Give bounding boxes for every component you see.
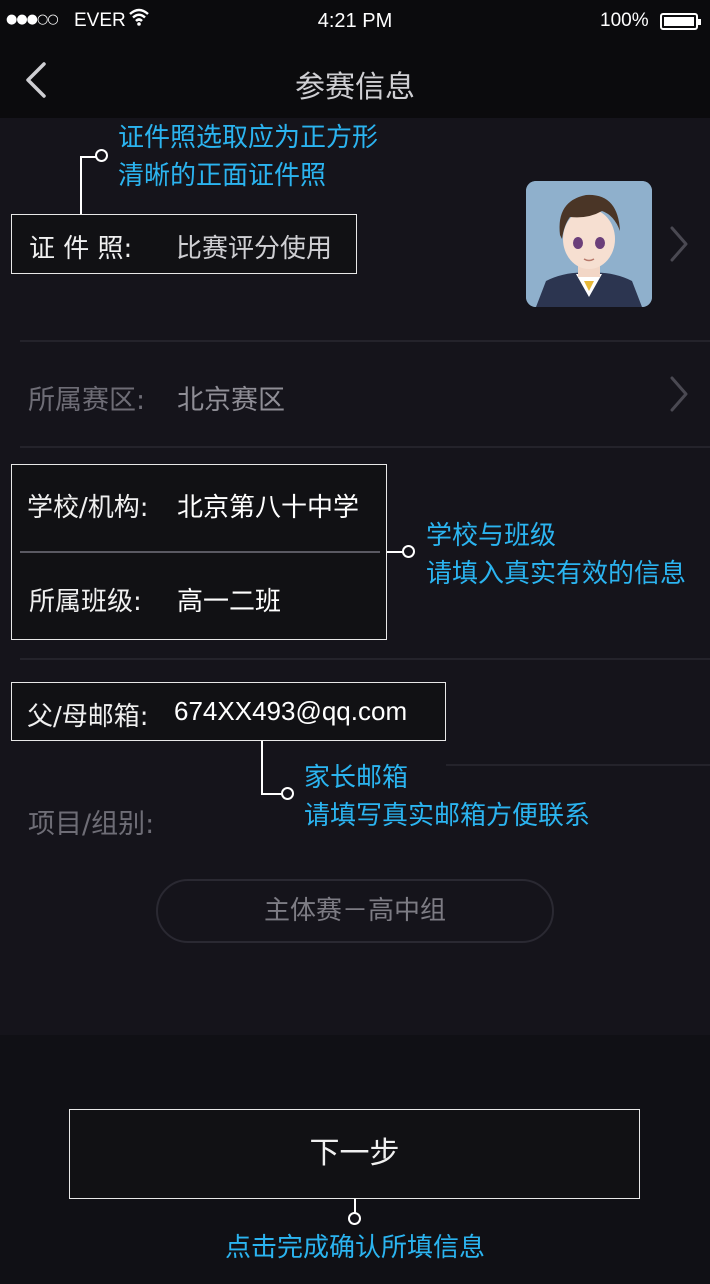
photo-chevron-icon[interactable] <box>668 224 692 264</box>
battery-icon <box>660 13 701 30</box>
nav-bar: 参赛信息 <box>0 42 710 118</box>
photo-callout: 证件照选取应为正方形 清晰的正面证件照 <box>118 123 379 191</box>
region-label: 所属赛区: <box>28 385 146 416</box>
callout-dot <box>348 1212 361 1225</box>
next-button[interactable]: 下一步 <box>69 1109 640 1199</box>
project-option-button[interactable]: 主体赛－高中组 <box>156 879 554 943</box>
school-label: 学校/机构: <box>27 493 149 523</box>
callout-line <box>261 793 283 795</box>
project-label: 项目/组别: <box>28 809 155 840</box>
school-class-box: 学校/机构: 北京第八十中学 所属班级: 高一二班 <box>11 464 387 640</box>
callout-dot <box>402 545 415 558</box>
callout-dot <box>281 787 294 800</box>
avatar[interactable] <box>526 181 652 307</box>
region-row[interactable]: 所属赛区: 北京赛区 <box>0 342 710 446</box>
callout-line <box>261 741 263 793</box>
callout-line <box>80 156 96 158</box>
school-callout: 学校与班级 请填入真实有效的信息 <box>426 521 687 589</box>
school-value: 北京第八十中学 <box>177 493 360 523</box>
battery-percent: 100% <box>600 10 649 31</box>
page-title: 参赛信息 <box>295 70 415 105</box>
next-callout: 点击完成确认所填信息 <box>224 1233 485 1263</box>
divider <box>20 658 710 660</box>
callout-dot <box>95 149 108 162</box>
class-label: 所属班级: <box>29 587 142 617</box>
callout-line <box>354 1199 356 1213</box>
callout-line <box>387 551 403 553</box>
class-value: 高一二班 <box>177 587 282 617</box>
callout-line <box>80 156 82 214</box>
class-field[interactable]: 所属班级: 高一二班 <box>12 553 385 639</box>
region-value: 北京赛区 <box>177 385 285 416</box>
photo-hint: 比赛评分使用 <box>176 234 333 264</box>
school-field[interactable]: 学校/机构: 北京第八十中学 <box>12 465 385 551</box>
region-chevron-icon[interactable] <box>668 374 692 414</box>
status-bar: ●●●○○ EVER 4:21 PM 100% <box>0 0 710 42</box>
divider <box>20 446 710 448</box>
photo-field[interactable]: 证 件 照: 比赛评分使用 <box>11 214 357 274</box>
divider <box>446 764 710 766</box>
email-label: 父/母邮箱: <box>27 702 149 732</box>
email-field[interactable]: 父/母邮箱: 674XX493@qq.com <box>11 682 446 741</box>
photo-label: 证 件 照: <box>29 234 133 264</box>
email-callout: 家长邮箱 请填写真实邮箱方便联系 <box>304 763 591 831</box>
email-value: 674XX493@qq.com <box>174 696 408 726</box>
